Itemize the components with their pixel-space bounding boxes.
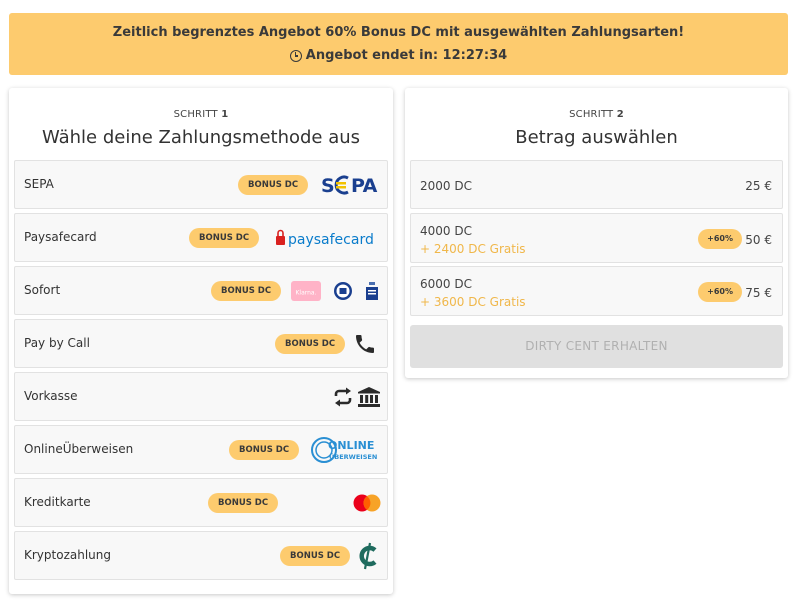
phone-icon <box>351 328 377 360</box>
amount-option-6000[interactable]: 6000 DC + 3600 DC Gratis +60% 75 € <box>410 266 783 316</box>
bonus-badge: BONUS DC <box>280 546 351 566</box>
amount-price: 50 € <box>745 233 772 247</box>
payment-method-title: Wähle deine Zahlungsmethode aus <box>41 127 361 148</box>
sofort-logos: Klarna. <box>284 275 379 307</box>
paysafecard-logo: paysafecard <box>273 222 381 254</box>
clock-icon <box>289 49 302 62</box>
amount-gratis: + 3600 DC Gratis <box>420 295 526 309</box>
bonus-badge: BONUS DC <box>229 440 300 460</box>
step-label: SCHRITT 1 <box>173 109 229 120</box>
payment-option-label: OnlineÜberweisen <box>24 442 134 456</box>
bonus-badge: BONUS DC <box>238 175 309 195</box>
paysafecard-logo-text: paysafecard <box>288 232 374 248</box>
payment-option-label: Kreditkarte <box>24 495 91 509</box>
amount-option-4000[interactable]: 4000 DC + 2400 DC Gratis +60% 50 € <box>410 213 783 263</box>
amount-gratis: + 2400 DC Gratis <box>420 242 526 256</box>
payment-option-kryptozahlung[interactable]: Kryptozahlung BONUS DC <box>14 531 388 580</box>
amount-card: SCHRITT 2 Betrag auswählen 2000 DC 25 € … <box>405 88 788 378</box>
svg-text:ONLINE: ONLINE <box>328 439 374 452</box>
payment-option-paysafecard[interactable]: Paysafecard BONUS DC paysafecard <box>14 213 388 262</box>
amount-price: 25 € <box>745 179 772 193</box>
bank-icon <box>358 387 380 407</box>
tuev-seal-icon <box>334 282 352 300</box>
countdown: Angebot endet in: 12:27:34 <box>9 48 788 63</box>
sepa-logo: S PA <box>317 169 381 201</box>
svg-text:S: S <box>321 175 334 196</box>
bonus-percent-badge: +60% <box>698 282 742 302</box>
mastercard-logo <box>347 487 383 519</box>
payment-option-pay-by-call[interactable]: Pay by Call BONUS DC <box>14 319 388 368</box>
promo-headline: Zeitlich begrenztes Angebot 60% Bonus DC… <box>112 25 685 40</box>
amount-dc: 2000 DC <box>420 179 472 193</box>
payment-option-vorkasse[interactable]: Vorkasse <box>14 372 388 421</box>
amount-dc: 4000 DC <box>420 224 472 238</box>
bank-transfer-icon <box>327 381 381 413</box>
bonus-badge: BONUS DC <box>208 493 279 513</box>
amount-dc: 6000 DC <box>420 277 472 291</box>
payment-method-card: SCHRITT 1 Wähle deine Zahlungsmethode au… <box>9 88 393 594</box>
promo-banner: Zeitlich begrenztes Angebot 60% Bonus DC… <box>9 13 788 75</box>
payment-option-label: SEPA <box>24 177 54 191</box>
klarna-icon: Klarna. <box>291 281 321 301</box>
payment-option-kreditkarte[interactable]: Kreditkarte BONUS DC <box>14 478 388 527</box>
payment-option-online-ueberweisen[interactable]: OnlineÜberweisen BONUS DC ONLINE ÜBERWEI… <box>14 425 388 474</box>
payment-option-label: Sofort <box>24 283 61 297</box>
payment-option-label: Kryptozahlung <box>24 548 111 562</box>
online-ueberweisen-logo: ONLINE ÜBERWEISEN <box>309 434 383 466</box>
amount-price: 75 € <box>745 286 772 300</box>
payment-option-sofort[interactable]: Sofort BONUS DC Klarna. <box>14 266 388 315</box>
get-dirty-cent-button[interactable]: DIRTY CENT ERHALTEN <box>410 325 783 368</box>
svg-text:Klarna.: Klarna. <box>295 290 316 297</box>
countdown-label: Angebot endet in: 12:27:34 <box>305 48 508 63</box>
crypto-icon <box>355 540 379 572</box>
svg-text:ÜBERWEISEN: ÜBERWEISEN <box>329 452 377 461</box>
amount-title: Betrag auswählen <box>515 127 678 148</box>
transfer-arrows-icon <box>334 387 352 407</box>
amount-option-2000[interactable]: 2000 DC 25 € <box>410 160 783 209</box>
payment-option-label: Vorkasse <box>24 389 78 403</box>
bonus-badge: BONUS DC <box>275 334 346 354</box>
bonus-badge: BONUS DC <box>211 281 282 301</box>
certificate-icon <box>366 282 378 300</box>
payment-option-sepa[interactable]: SEPA BONUS DC S PA <box>14 160 388 209</box>
payment-option-label: Paysafecard <box>24 230 97 244</box>
svg-text:PA: PA <box>351 175 378 196</box>
bonus-percent-badge: +60% <box>698 229 742 249</box>
payment-option-label: Pay by Call <box>24 336 90 350</box>
step-label: SCHRITT 2 <box>569 109 624 120</box>
bonus-badge: BONUS DC <box>189 228 260 248</box>
